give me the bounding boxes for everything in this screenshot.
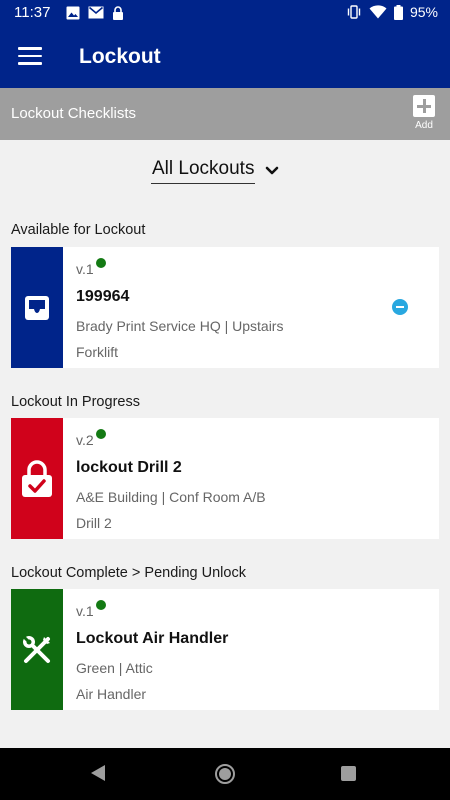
card-icon-block xyxy=(11,247,63,368)
home-icon[interactable] xyxy=(215,764,235,784)
card-equipment: Forklift xyxy=(76,344,118,360)
status-right: 95% xyxy=(346,4,438,20)
tray-icon xyxy=(25,295,49,320)
status-dot xyxy=(95,258,106,268)
status-dot xyxy=(95,429,106,439)
card-equipment: Drill 2 xyxy=(76,515,112,531)
checklists-bar: Lockout Checklists Add xyxy=(0,88,450,140)
card-icon-block xyxy=(11,418,63,539)
add-button[interactable]: Add xyxy=(411,95,437,131)
lock-icon xyxy=(113,6,123,20)
tools-icon xyxy=(21,634,50,663)
status-time: 11:37 xyxy=(14,4,51,21)
card-location: Brady Print Service HQ | Upstairs xyxy=(76,318,284,334)
checklists-title: Lockout Checklists xyxy=(11,105,137,122)
remove-icon[interactable] xyxy=(392,299,408,315)
battery-icon xyxy=(393,4,403,20)
filter-dropdown[interactable]: All Lockouts xyxy=(151,158,279,188)
menu-icon[interactable] xyxy=(18,47,42,67)
card-title: Lockout Air Handler xyxy=(76,630,229,647)
card-location: A&E Building | Conf Room A/B xyxy=(76,489,266,505)
wifi-icon xyxy=(369,5,387,19)
card-version: v.1 xyxy=(76,258,106,277)
status-dot xyxy=(95,600,106,610)
padlock-check-icon xyxy=(22,459,52,497)
add-label: Add xyxy=(415,120,433,131)
vibrate-icon xyxy=(347,5,361,19)
section-header-complete: Lockout Complete > Pending Unlock xyxy=(11,565,246,581)
lockout-card[interactable]: v.2 lockout Drill 2 A&E Building | Conf … xyxy=(11,418,439,539)
add-icon xyxy=(413,95,435,117)
app-bar: Lockout xyxy=(0,28,450,88)
card-icon-block xyxy=(11,589,63,710)
page-title: Lockout xyxy=(79,45,161,68)
chevron-down-icon xyxy=(266,166,279,175)
card-equipment: Air Handler xyxy=(76,686,147,702)
filter-selected: All Lockouts xyxy=(151,158,256,184)
card-title: 199964 xyxy=(76,288,130,305)
card-version: v.2 xyxy=(76,429,106,448)
section-header-in-progress: Lockout In Progress xyxy=(11,394,140,410)
battery-percent: 95% xyxy=(409,4,438,20)
image-icon xyxy=(66,6,80,20)
section-header-available: Available for Lockout xyxy=(11,222,146,238)
gmail-icon xyxy=(88,6,104,19)
status-bar: 11:37 95% xyxy=(0,0,450,28)
card-location: Green | Attic xyxy=(76,660,153,676)
recents-icon[interactable] xyxy=(341,766,356,781)
system-nav-bar xyxy=(0,748,450,800)
lockout-card[interactable]: v.1 199964 Brady Print Service HQ | Upst… xyxy=(11,247,439,368)
back-icon[interactable] xyxy=(91,765,105,781)
card-title: lockout Drill 2 xyxy=(76,459,182,476)
status-left-icons xyxy=(66,6,124,20)
lockout-card[interactable]: v.1 Lockout Air Handler Green | Attic Ai… xyxy=(11,589,439,710)
card-version: v.1 xyxy=(76,600,106,619)
